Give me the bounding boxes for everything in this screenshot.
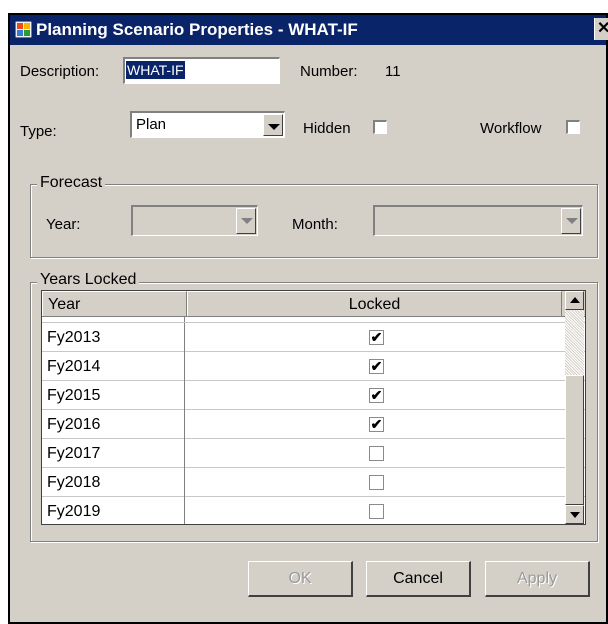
- forecast-year-dropdown[interactable]: [131, 205, 258, 236]
- table-cell-year: Fy2019: [42, 497, 185, 524]
- table-cell-locked: ✔: [185, 352, 585, 381]
- table-row[interactable]: Fy2019: [42, 497, 585, 524]
- hidden-label: Hidden: [303, 120, 351, 137]
- table-cell-locked: [185, 439, 585, 468]
- number-label: Number:: [300, 63, 358, 80]
- table-header: Year Locked: [42, 291, 585, 317]
- apply-button[interactable]: Apply: [485, 561, 590, 597]
- forecast-legend: Forecast: [37, 174, 106, 192]
- arrow-down-icon: [570, 512, 580, 518]
- description-label: Description:: [20, 63, 100, 80]
- forecast-year-label: Year:: [46, 216, 81, 233]
- table-row[interactable]: Fy2014 ✔: [42, 352, 585, 381]
- table-scrollbar[interactable]: [565, 291, 584, 524]
- table-cell-locked: [185, 497, 585, 524]
- workflow-checkbox[interactable]: [566, 120, 580, 134]
- years-locked-legend: Years Locked: [37, 271, 140, 289]
- table-cell-year: Fy2014: [42, 352, 185, 381]
- window-title: Planning Scenario Properties - WHAT-IF: [36, 20, 358, 39]
- table-cell-year: Fy2016: [42, 410, 185, 439]
- table-row[interactable]: Fy2018: [42, 468, 585, 497]
- table-cell-year: Fy2017: [42, 439, 185, 468]
- scrollbar-thumb[interactable]: [565, 375, 584, 505]
- scrollbar-track-container: [565, 291, 584, 524]
- locked-checkbox[interactable]: [369, 475, 384, 490]
- table-row[interactable]: Fy2013 ✔: [42, 323, 585, 352]
- close-button[interactable]: ✕: [594, 18, 608, 40]
- forecast-year-dropdown-button[interactable]: [236, 208, 256, 234]
- description-input[interactable]: WHAT-IF: [123, 57, 280, 84]
- ok-button[interactable]: OK: [248, 561, 353, 597]
- table-cell-year: Fy2015: [42, 381, 185, 410]
- forecast-month-label: Month:: [292, 216, 338, 233]
- chevron-down-icon: [268, 124, 280, 130]
- table-cell-locked: ✔: [185, 381, 585, 410]
- table-row[interactable]: Fy2016 ✔: [42, 410, 585, 439]
- chevron-down-icon: [566, 218, 578, 224]
- close-icon: ✕: [597, 20, 608, 37]
- locked-checkbox[interactable]: [369, 446, 384, 461]
- table-cell-locked: ✔: [185, 323, 585, 352]
- arrow-up-icon: [570, 297, 580, 303]
- scenario-properties-dialog: Planning Scenario Properties - WHAT-IF ✕…: [8, 13, 608, 624]
- chevron-down-icon: [241, 218, 253, 224]
- table-cell-locked: ✔: [185, 410, 585, 439]
- app-icon: [15, 21, 32, 38]
- hidden-checkbox[interactable]: [373, 120, 387, 134]
- scroll-up-button[interactable]: [565, 291, 584, 310]
- table-cell-locked: [185, 468, 585, 497]
- table-row[interactable]: Fy2017: [42, 439, 585, 468]
- scroll-down-button[interactable]: [565, 505, 584, 524]
- locked-checkbox[interactable]: [369, 504, 384, 519]
- forecast-month-dropdown-button[interactable]: [561, 208, 581, 234]
- type-dropdown[interactable]: Plan: [130, 111, 285, 138]
- cancel-button[interactable]: Cancel: [366, 561, 471, 597]
- title-bar[interactable]: Planning Scenario Properties - WHAT-IF ✕: [10, 15, 608, 45]
- locked-checkbox[interactable]: ✔: [369, 330, 384, 345]
- number-value: 11: [385, 63, 401, 80]
- locked-checkbox[interactable]: ✔: [369, 417, 384, 432]
- workflow-label: Workflow: [480, 120, 542, 137]
- years-locked-table: Year Locked Fy2013 ✔ Fy2014 ✔ Fy2015 ✔ F…: [41, 290, 586, 525]
- column-header-year[interactable]: Year: [42, 291, 187, 316]
- type-value: Plan: [136, 116, 167, 133]
- table-row[interactable]: Fy2015 ✔: [42, 381, 585, 410]
- forecast-month-dropdown[interactable]: [373, 205, 583, 236]
- table-cell-year: Fy2018: [42, 468, 185, 497]
- column-header-locked[interactable]: Locked: [187, 291, 562, 316]
- type-label: Type:: [20, 123, 57, 140]
- type-dropdown-button[interactable]: [263, 114, 283, 136]
- locked-checkbox[interactable]: ✔: [369, 359, 384, 374]
- table-cell-year: Fy2013: [42, 323, 185, 352]
- description-value: WHAT-IF: [126, 61, 185, 79]
- locked-checkbox[interactable]: ✔: [369, 388, 384, 403]
